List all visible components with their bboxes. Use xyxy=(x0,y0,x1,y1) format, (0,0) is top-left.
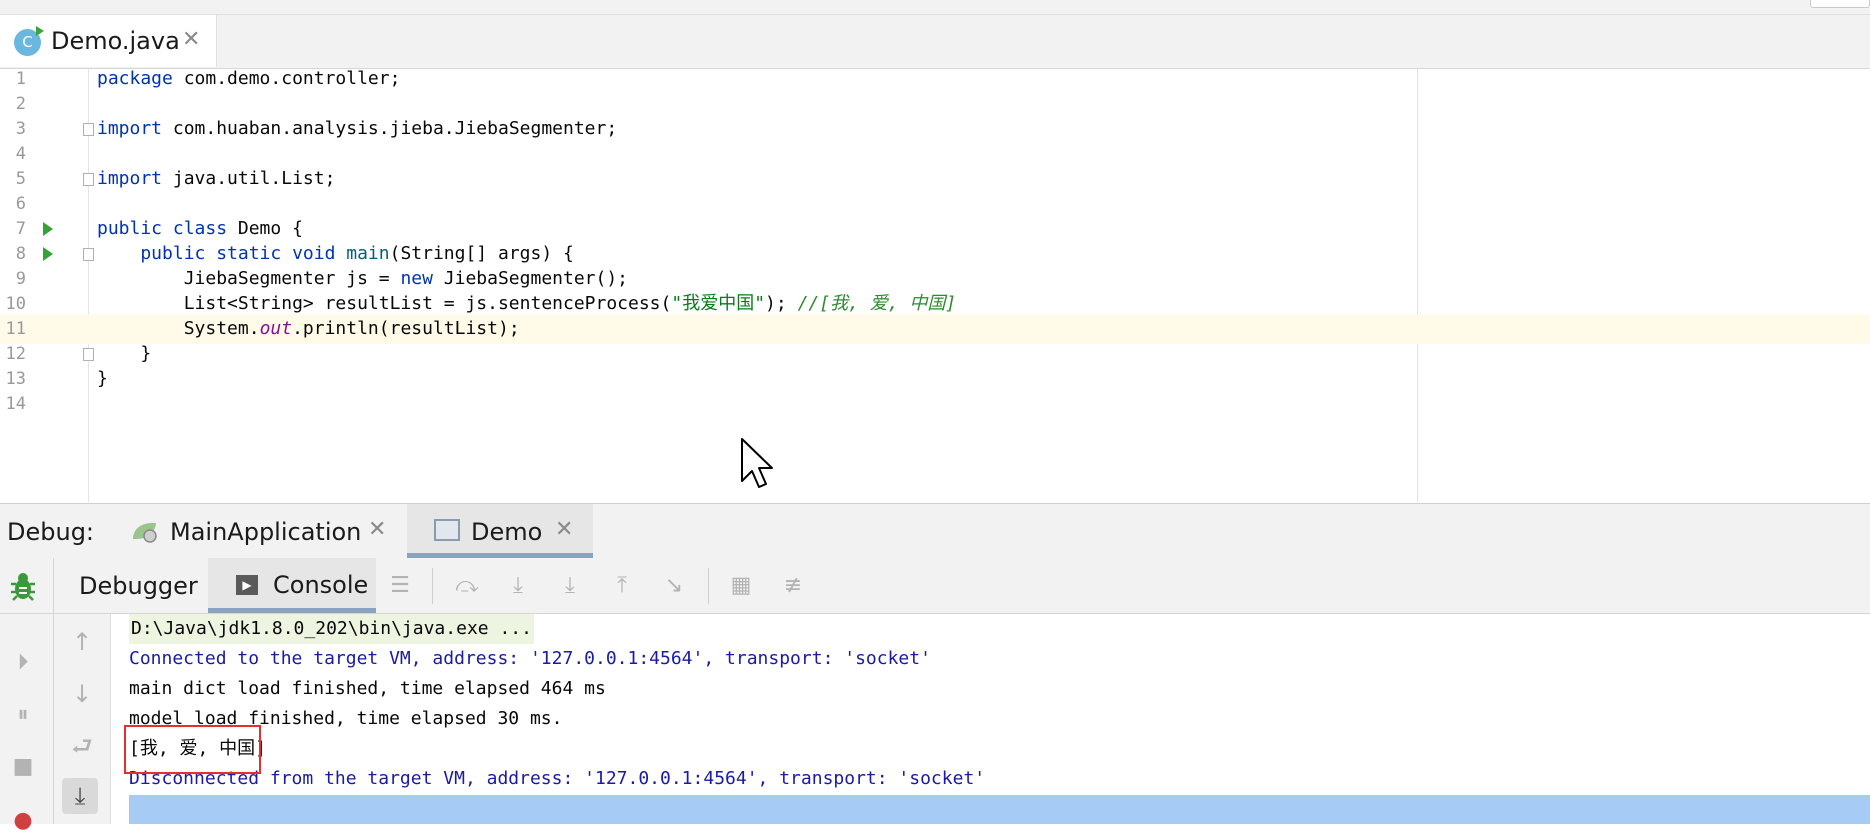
console-line: D:\Java\jdk1.8.0_202\bin\java.exe ... xyxy=(129,614,534,644)
tab-console[interactable]: ▶ Console xyxy=(208,558,376,613)
console-side-actions: ↑ ↓ ⮐ ⤓ xyxy=(54,614,111,824)
spring-leaf-icon xyxy=(133,522,157,543)
tab-close-icon[interactable]: ✕ xyxy=(182,27,200,52)
fold-marker-icon[interactable] xyxy=(83,348,94,361)
step-out-icon[interactable]: ⤒ xyxy=(607,571,637,601)
trace-stream-icon[interactable]: ≢ xyxy=(778,571,808,601)
run-gutter-icon[interactable] xyxy=(43,222,53,236)
debug-tool-window-header: Debug: MainApplication ✕ Demo ✕ xyxy=(0,503,1870,559)
top-strip xyxy=(0,0,1870,15)
line-number: 14 xyxy=(5,394,26,414)
tab-label: MainApplication xyxy=(170,518,362,546)
tab-demo[interactable]: Demo ✕ xyxy=(407,504,593,558)
debug-toolbar: Debugger ▶ Console ☰ ⤼ ⤓ ⤓ ⤒ ↘ ▦ ≢ xyxy=(0,558,1870,614)
soft-wrap-icon[interactable]: ⮐ xyxy=(64,728,100,764)
tab-debugger[interactable]: Debugger xyxy=(79,572,198,600)
scroll-down-icon[interactable]: ↓ xyxy=(64,676,100,712)
code-editor[interactable]: 1 package com.demo.controller; 2 3 impor… xyxy=(0,68,1870,502)
application-window-icon xyxy=(434,519,460,541)
breakpoints-icon[interactable]: ● xyxy=(8,806,38,836)
console-line: main dict load finished, time elapsed 46… xyxy=(129,678,606,699)
tab-mainapplication[interactable]: MainApplication ✕ xyxy=(130,504,390,558)
fold-marker-icon[interactable] xyxy=(83,173,94,186)
force-step-into-icon[interactable]: ⤓ xyxy=(555,571,585,601)
scroll-up-icon[interactable]: ↑ xyxy=(64,624,100,660)
editor-tab-bar: C Demo.java ✕ xyxy=(0,15,1870,69)
run-to-cursor-icon[interactable]: ↘ xyxy=(659,571,689,601)
stop-icon[interactable]: ■ xyxy=(8,752,38,782)
step-over-icon[interactable]: ⤼ xyxy=(452,571,482,601)
resume-icon[interactable]: ⏵ xyxy=(8,648,38,678)
code-line: 14 xyxy=(0,389,1870,419)
toolbar-separator xyxy=(708,568,709,604)
step-into-icon[interactable]: ⤓ xyxy=(503,571,533,601)
console-icon: ▶ xyxy=(236,575,258,595)
debug-side-actions: ⏵ ⏸ ■ ● xyxy=(0,614,53,833)
window-control[interactable] xyxy=(1810,0,1870,8)
scroll-to-end-icon[interactable]: ⤓ xyxy=(62,778,98,814)
debug-bug-icon[interactable] xyxy=(6,570,40,604)
console-output[interactable]: D:\Java\jdk1.8.0_202\bin\java.exe ... Co… xyxy=(111,614,1870,824)
selection-highlight xyxy=(129,795,1870,824)
tab-close-icon[interactable]: ✕ xyxy=(555,517,573,542)
pause-icon[interactable]: ⏸ xyxy=(8,700,38,730)
console-line: Connected to the target VM, address: '12… xyxy=(129,648,931,669)
evaluate-expression-icon[interactable]: ▦ xyxy=(726,571,756,601)
fold-marker-icon[interactable] xyxy=(83,248,94,261)
highlight-box xyxy=(124,725,261,774)
tab-label: Demo xyxy=(471,518,543,546)
debug-label: Debug: xyxy=(7,518,95,546)
layout-menu-icon[interactable]: ☰ xyxy=(385,571,415,601)
tab-close-icon[interactable]: ✕ xyxy=(368,517,386,542)
mouse-pointer-icon xyxy=(741,438,773,488)
tab-file-name: Demo.java xyxy=(51,27,180,55)
java-class-icon: C xyxy=(14,26,44,56)
toolbar-separator xyxy=(432,568,433,604)
tab-demo-java[interactable]: C Demo.java ✕ xyxy=(0,15,217,67)
run-gutter-icon[interactable] xyxy=(43,247,53,261)
tab-label: Console xyxy=(273,571,369,599)
fold-marker-icon[interactable] xyxy=(83,123,94,136)
